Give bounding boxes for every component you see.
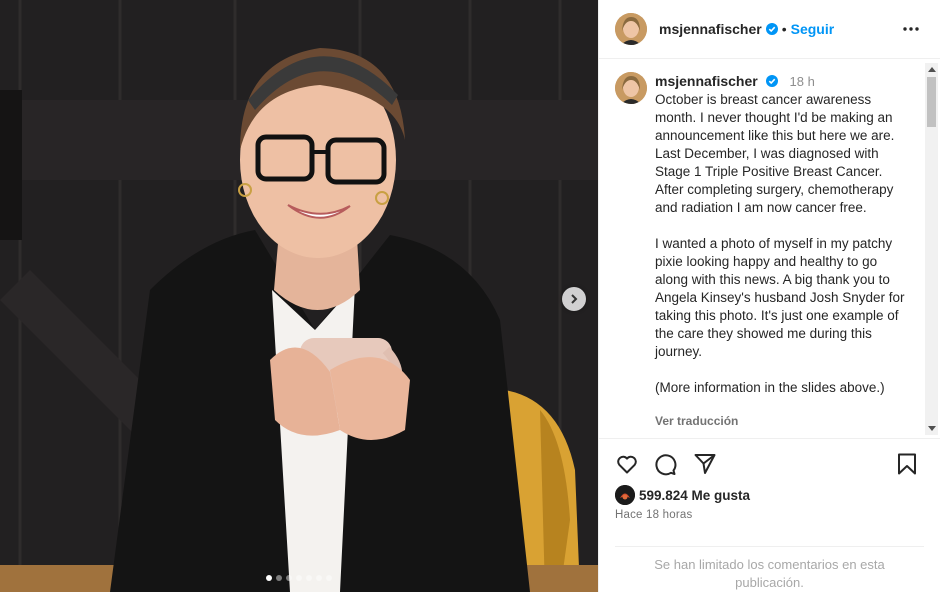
avatar-image — [615, 72, 647, 104]
caption-paragraph: I wanted a photo of myself in my patchy … — [655, 236, 905, 359]
caption-header: msjennafischer 18 h — [655, 73, 815, 89]
avatar-image — [615, 13, 647, 45]
scroll-down-arrow-icon[interactable] — [928, 426, 936, 431]
caption-time: 18 h — [789, 74, 815, 89]
see-translation-link[interactable]: Ver traducción — [655, 414, 738, 428]
caption-scrollbar[interactable] — [925, 63, 938, 435]
carousel-dot — [266, 575, 272, 581]
post-timestamp[interactable]: Hace 18 horas — [615, 509, 692, 521]
carousel-dot — [316, 575, 322, 581]
header-separator: • — [781, 21, 787, 37]
carousel-dot — [306, 575, 312, 581]
divider — [615, 546, 924, 547]
post-actions — [615, 452, 919, 478]
post-image — [0, 0, 598, 592]
caption-avatar[interactable] — [615, 72, 647, 104]
carousel-dot — [296, 575, 302, 581]
carousel-indicator — [0, 575, 598, 581]
caption-paragraph: October is breast cancer awareness month… — [655, 92, 895, 215]
liker-avatar-image — [615, 485, 635, 505]
chevron-right-icon — [571, 294, 578, 304]
liker-avatar — [615, 485, 635, 505]
scroll-up-arrow-icon[interactable] — [928, 67, 936, 72]
carousel-next-button[interactable] — [562, 287, 586, 311]
caption-scroll-area[interactable]: msjennafischer 18 h October is breast ca… — [599, 60, 940, 439]
caption-paragraph: (More information in the slides above.) — [655, 380, 885, 395]
scrollbar-thumb[interactable] — [927, 77, 936, 127]
share-icon[interactable] — [693, 452, 717, 476]
bookmark-icon[interactable] — [895, 452, 919, 476]
header-username[interactable]: msjennafischer — [659, 21, 762, 37]
verified-badge-icon — [765, 75, 778, 87]
likes-count[interactable]: 599.824 Me gusta — [639, 488, 750, 503]
likes-row[interactable]: 599.824 Me gusta — [615, 485, 750, 505]
carousel-dot — [276, 575, 282, 581]
comment-icon[interactable] — [653, 452, 677, 476]
carousel-dot — [286, 575, 292, 581]
post-side-panel: msjennafischer • Seguir msjennafischer 1… — [598, 0, 940, 592]
heart-icon[interactable] — [615, 452, 639, 476]
caption-username[interactable]: msjennafischer — [655, 73, 758, 89]
verified-badge-icon — [765, 23, 778, 35]
caption-text: October is breast cancer awareness month… — [655, 91, 907, 415]
post-header: msjennafischer • Seguir — [599, 0, 940, 59]
more-options-icon[interactable] — [902, 20, 920, 38]
follow-button[interactable]: Seguir — [791, 21, 835, 37]
post-photo[interactable] — [0, 0, 598, 592]
instagram-post-view: msjennafischer • Seguir msjennafischer 1… — [0, 0, 940, 592]
avatar[interactable] — [615, 13, 647, 45]
carousel-dot — [326, 575, 332, 581]
comments-limited-notice: Se han limitado los comentarios en esta … — [654, 557, 885, 590]
